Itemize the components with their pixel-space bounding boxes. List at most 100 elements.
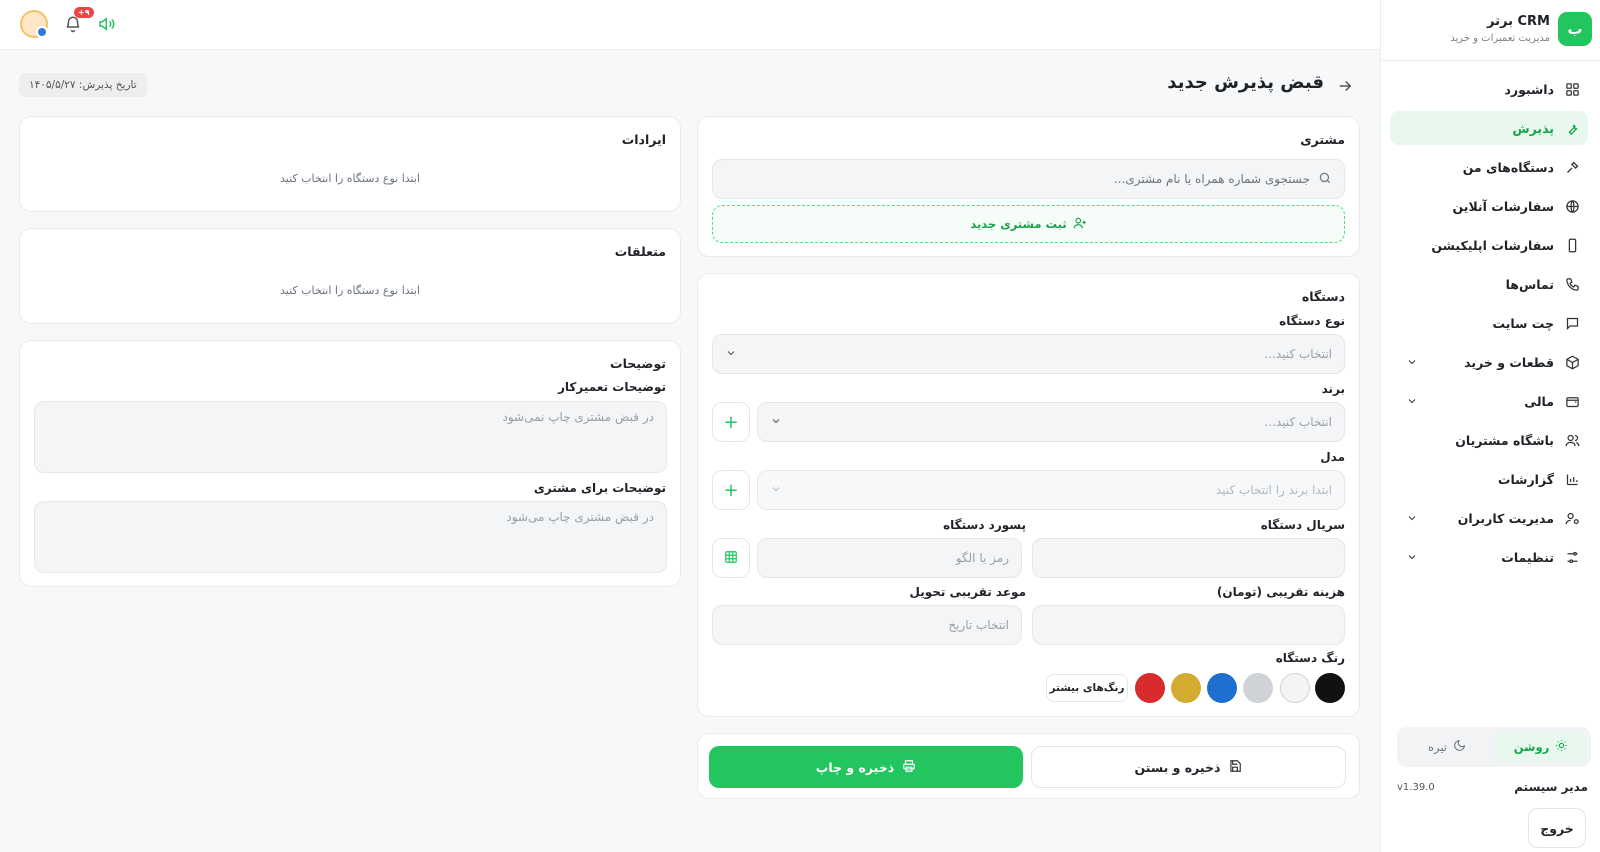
user-avatar[interactable] [20,10,48,38]
theme-light-button[interactable]: روشن [1495,731,1587,763]
sidebar-item-label: مالی [1524,393,1554,409]
theme-dark-button[interactable]: تیره [1401,731,1493,763]
color-swatch-blue[interactable] [1207,673,1237,703]
sidebar-item-label: گزارشات [1497,471,1554,487]
tech-notes-textarea[interactable]: در قبض مشتری چاپ نمی‌شود [34,401,667,473]
save-print-label: ذخیره و چاپ [815,759,895,775]
sidebar-item-4[interactable]: سفارشات آنلاین [1390,189,1588,223]
wallet-icon [1564,393,1580,409]
sidebar-item-label: دستگاه‌های من [1462,159,1554,175]
model-label: مدل [1320,450,1345,464]
sidebar-item-10[interactable]: باشگاه مشتریان [1390,423,1588,457]
top-bar: +۹ [0,0,1380,50]
brand-select[interactable]: انتخاب کنید... [757,402,1345,442]
sidebar-item-6[interactable]: تماس‌ها [1390,267,1588,301]
grid-icon [1564,81,1580,97]
bell-icon[interactable]: +۹ [64,7,94,36]
chevron-down-icon [770,483,782,498]
chat-icon [1564,315,1580,331]
color-swatch-gold[interactable] [1171,673,1201,703]
sidebar-item-1[interactable]: داشبورد [1390,72,1588,106]
sidebar-item-label: تنظیمات [1501,549,1554,565]
new-customer-label: ثبت مشتری جدید [970,217,1067,231]
notes-card: توضیحات توضیحات تعمیرکار در قبض مشتری چا… [19,340,681,587]
sidebar-item-12[interactable]: مدیریت کاربران [1390,501,1588,535]
wrench-icon [1564,120,1580,136]
tech-notes-label: توضیحات تعمیرکار [558,380,666,394]
sidebar-item-5[interactable]: سفارشات اپلیکیشن [1390,228,1588,262]
color-swatch-silver[interactable] [1243,673,1273,703]
delivery-label: موعد تقریبی تحویل [909,585,1026,599]
app-version: v1.39.0 [1397,782,1435,793]
color-swatch-white[interactable] [1280,673,1310,703]
phone-icon [1564,276,1580,292]
issues-card: ایرادات ابتدا نوع دستگاه را انتخاب کنید [19,116,681,212]
accessories-card: متعلقات ابتدا نوع دستگاه را انتخاب کنید [19,228,681,324]
sidebar-item-11[interactable]: گزارشات [1390,462,1588,496]
add-brand-button[interactable]: + [712,402,750,442]
password-label: پسورد دستگاه [943,518,1026,532]
sidebar-item-label: چت سایت [1492,315,1554,331]
more-colors-button[interactable]: رنگ‌های بیشتر [1046,674,1128,702]
issues-hint: ابتدا نوع دستگاه را انتخاب کنید [280,172,420,185]
sidebar-item-2[interactable]: پذیرش [1390,111,1588,145]
save-close-button[interactable]: ذخیره و بستن [1031,746,1346,788]
sidebar-divider [1381,60,1600,61]
device-type-label: نوع دستگاه [1279,314,1345,328]
serial-input[interactable] [1032,538,1345,578]
search-icon [1318,171,1332,188]
customer-notes-textarea[interactable]: در قبض مشتری چاپ می‌شود [34,501,667,573]
sidebar-item-label: باشگاه مشتریان [1455,432,1554,448]
sun-icon [1555,739,1568,755]
customer-title: مشتری [1300,132,1345,147]
customer-card: مشتری جستجوی شماره همراه یا نام مشتری...… [697,116,1360,257]
box-icon [1564,354,1580,370]
sidebar-item-label: داشبورد [1504,81,1554,97]
notification-badge: +۹ [74,7,94,18]
page-title: قبض پذیرش جدید [1167,72,1324,93]
save-print-button[interactable]: ذخیره و چاپ [709,746,1023,788]
speaker-icon[interactable] [98,15,118,35]
delivery-date-input[interactable]: انتخاب تاریخ [712,605,1022,645]
pattern-lock-button[interactable] [712,538,750,578]
sidebar-item-7[interactable]: چت سایت [1390,306,1588,340]
model-placeholder: ابتدا برند را انتخاب کنید [1215,483,1332,497]
chevron-down-icon [1404,549,1420,565]
model-select[interactable]: ابتدا برند را انتخاب کنید [757,470,1345,510]
new-customer-button[interactable]: ثبت مشتری جدید [712,205,1345,243]
theme-dark-label: تیره [1427,740,1448,754]
device-card: دستگاه نوع دستگاه انتخاب کنید... برند ان… [697,273,1360,717]
plus-icon: + [723,411,739,433]
sidebar-item-label: تماس‌ها [1505,276,1554,292]
cost-label: هزینه تقریبی (تومان) [1216,585,1345,599]
customer-search-placeholder: جستجوی شماره همراه یا نام مشتری... [1113,172,1310,186]
save-icon [1228,759,1242,776]
logout-button[interactable]: خروج [1528,808,1586,848]
color-swatch-black[interactable] [1315,673,1345,703]
color-swatch-red[interactable] [1135,673,1165,703]
sidebar-item-8[interactable]: قطعات و خرید [1390,345,1588,379]
reception-date-badge: تاریخ پذیرش: ۱۴۰۵/۵/۲۷ [19,73,147,97]
sidebar-item-label: مدیریت کاربران [1457,510,1554,526]
device-type-select[interactable]: انتخاب کنید... [712,334,1345,374]
delivery-placeholder: انتخاب تاریخ [948,618,1009,632]
cost-input[interactable] [1032,605,1345,645]
sidebar-item-label: سفارشات آنلاین [1452,198,1555,214]
sidebar-item-13[interactable]: تنظیمات [1390,540,1588,574]
back-arrow-icon[interactable] [1336,77,1356,97]
sidebar-item-3[interactable]: دستگاه‌های من [1390,150,1588,184]
customer-search-input[interactable]: جستجوی شماره همراه یا نام مشتری... [712,159,1345,199]
device-title: دستگاه [1301,289,1345,304]
sidebar-item-9[interactable]: مالی [1390,384,1588,418]
serial-label: سریال دستگاه [1260,518,1345,532]
theme-switch: روشن تیره [1397,727,1591,767]
plus-icon: + [723,479,739,501]
password-input[interactable]: رمز یا الگو [757,538,1022,578]
accessories-hint: ابتدا نوع دستگاه را انتخاب کنید [280,284,420,297]
add-model-button[interactable]: + [712,470,750,510]
brand-subtitle: مدیریت تعمیرات و خرید [1450,33,1550,44]
actions-card: ذخیره و بستن ذخیره و چاپ [697,733,1360,799]
theme-light-label: روشن [1513,740,1550,754]
password-placeholder: رمز یا الگو [955,551,1009,565]
user-role: مدیر سیستم [1514,780,1588,794]
